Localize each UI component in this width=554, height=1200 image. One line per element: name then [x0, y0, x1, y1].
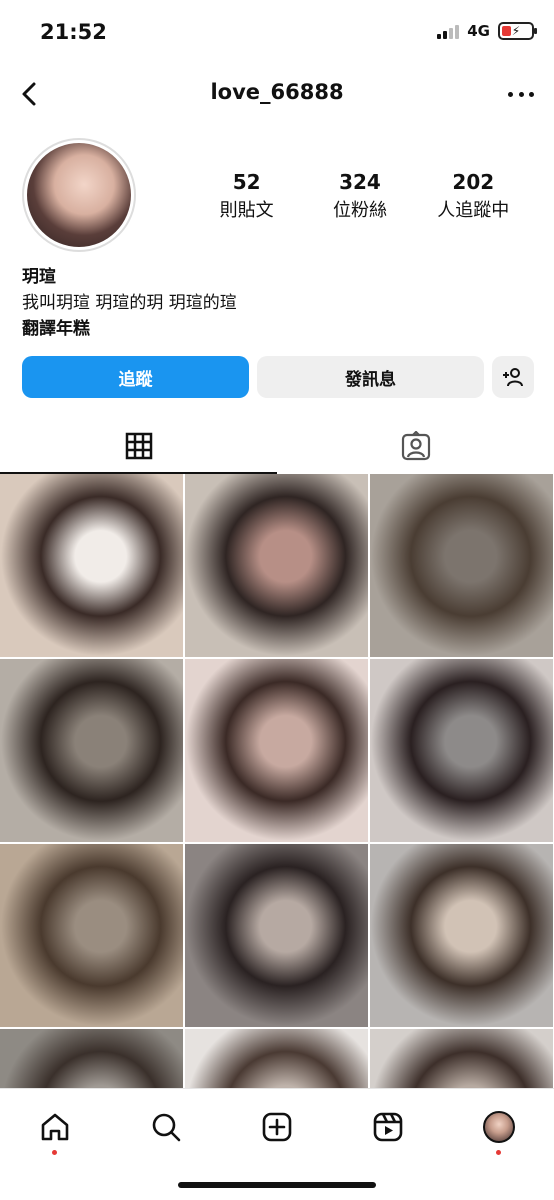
create-icon: [262, 1112, 292, 1142]
profile-avatar-ring[interactable]: [22, 138, 136, 252]
post-thumbnail[interactable]: [0, 659, 183, 842]
followers-stat[interactable]: 324 位粉絲: [303, 170, 416, 222]
following-stat[interactable]: 202 人追蹤中: [417, 170, 530, 222]
followers-label: 位粉絲: [332, 200, 387, 221]
message-button[interactable]: 發訊息: [257, 356, 484, 398]
profile-actions: 追蹤 發訊息: [22, 356, 534, 398]
following-count: 202: [452, 170, 495, 194]
profile-bio: 玥瑄 我叫玥瑄 玥瑄的玥 玥瑄的瑄 翻譯年糕: [22, 264, 237, 342]
search-icon: [152, 1113, 181, 1142]
bottom-nav: [0, 1088, 554, 1200]
tab-posts-grid[interactable]: [0, 418, 277, 474]
follow-button[interactable]: 追蹤: [22, 356, 249, 398]
status-bar: 21:52 4G ⚡: [0, 0, 554, 66]
post-thumbnail[interactable]: [185, 659, 368, 842]
nav-home[interactable]: [35, 1107, 75, 1155]
home-indicator: [178, 1182, 376, 1188]
more-options-icon[interactable]: [508, 82, 534, 106]
reels-icon: [373, 1112, 403, 1142]
nav-create[interactable]: [257, 1107, 297, 1147]
post-thumbnail[interactable]: [370, 844, 553, 1027]
posts-stat[interactable]: 52 則貼文: [190, 170, 303, 222]
status-right: 4G ⚡: [437, 22, 537, 40]
post-thumbnail[interactable]: [0, 844, 183, 1027]
notification-dot: [495, 1150, 501, 1155]
post-thumbnail[interactable]: [370, 1029, 553, 1088]
notification-dot: [52, 1150, 58, 1155]
profile-stats: 52 則貼文 324 位粉絲 202 人追蹤中: [190, 170, 530, 222]
network-label: 4G: [467, 22, 490, 40]
profile-avatar: [27, 143, 131, 247]
nav-profile[interactable]: [479, 1107, 519, 1155]
display-name: 玥瑄: [22, 267, 56, 287]
status-time: 21:52: [40, 20, 107, 44]
posts-grid: [0, 474, 554, 1088]
nav-reels[interactable]: [368, 1107, 408, 1147]
posts-label: 則貼文: [219, 200, 274, 221]
translate-link[interactable]: 翻譯年糕: [22, 316, 237, 342]
grid-icon: [125, 432, 152, 460]
battery-icon: ⚡: [498, 22, 537, 40]
post-thumbnail[interactable]: [0, 474, 183, 657]
profile-header: love_66888: [0, 72, 554, 118]
post-thumbnail[interactable]: [185, 474, 368, 657]
post-thumbnail[interactable]: [0, 1029, 183, 1088]
tab-tagged[interactable]: [277, 418, 554, 474]
followers-count: 324: [339, 170, 381, 194]
home-icon: [42, 1113, 69, 1141]
following-label: 人追蹤中: [437, 200, 510, 221]
post-thumbnail[interactable]: [185, 1029, 368, 1088]
posts-count: 52: [232, 170, 261, 194]
nav-search[interactable]: [146, 1107, 186, 1147]
add-person-button[interactable]: [492, 356, 534, 398]
post-thumbnail[interactable]: [370, 659, 553, 842]
post-thumbnail[interactable]: [185, 844, 368, 1027]
profile-tabs: [0, 418, 554, 474]
profile-username: love_66888: [210, 80, 344, 104]
tagged-person-icon: [401, 431, 430, 461]
bio-text: 我叫玥瑄 玥瑄的玥 玥瑄的瑄: [22, 293, 237, 313]
post-thumbnail[interactable]: [370, 474, 553, 657]
signal-icon: [437, 23, 460, 39]
profile-avatar-small: [482, 1111, 515, 1143]
add-person-icon: [503, 368, 523, 387]
